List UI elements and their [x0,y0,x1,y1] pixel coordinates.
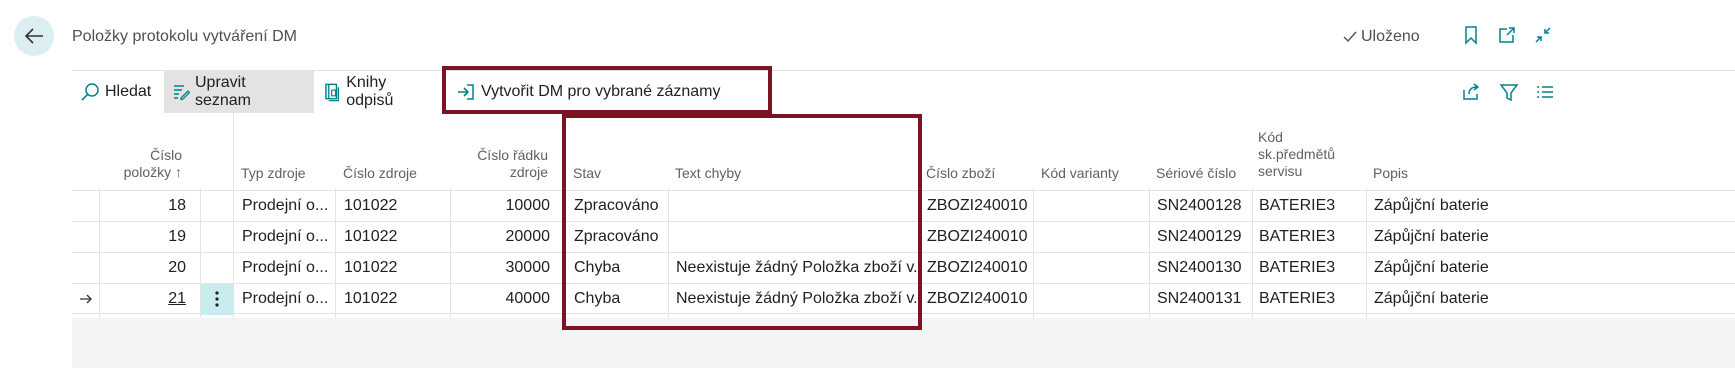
share-button[interactable] [1460,81,1482,103]
header-source-type[interactable]: Typ zdroje [241,165,331,182]
back-arrow-icon [24,28,43,44]
header-entry-no[interactable]: Číslo položky ↑ [102,147,182,181]
header-serial-no[interactable]: Sériové číslo [1156,165,1251,182]
highlight-box-action [442,66,772,114]
collapse-icon [1535,27,1551,43]
cell-source-no[interactable]: 101022 [344,253,444,284]
checkmark-icon [1343,31,1357,43]
cell-source-type[interactable]: Prodejní o... [242,253,330,284]
cell-variant-code[interactable] [1041,191,1145,222]
cell-item-no[interactable]: ZBOZI240010 [927,191,1031,222]
cell-description[interactable]: Zápůjční baterie [1374,222,1534,253]
saved-status: Uloženo [1342,28,1420,46]
depreciation-books-button[interactable]: Knihy odpisů [316,71,442,113]
saved-label: Uloženo [1361,28,1420,45]
cell-service-group-code[interactable]: BATERIE3 [1259,253,1363,284]
cell-description[interactable]: Zápůjční baterie [1374,191,1534,222]
cell-source-type[interactable]: Prodejní o... [242,191,330,222]
cell-source-line-no[interactable]: 20000 [462,222,551,253]
list-view-button[interactable] [1534,81,1556,103]
cell-source-no[interactable]: 101022 [344,191,444,222]
cell-entry-no[interactable]: 19 [102,222,186,253]
header-item-no[interactable]: Číslo zboží [926,165,1026,182]
bookmark-icon [1465,26,1477,45]
action-bar: Hledat Upravit seznam Knihy odpisů Vytvo… [72,71,1735,113]
cell-service-group-code[interactable]: BATERIE3 [1259,284,1363,315]
cell-service-group-code[interactable]: BATERIE3 [1259,222,1363,253]
header-service-group-code[interactable]: Kód sk.předmětů servisu [1258,129,1358,180]
search-button[interactable]: Hledat [72,71,162,113]
cell-source-line-no[interactable]: 30000 [462,253,551,284]
ellipsis-vertical-icon [215,291,219,307]
header-variant-code[interactable]: Kód varianty [1041,165,1146,182]
header-source-line-no[interactable]: Číslo řádku zdroje [472,147,548,181]
filter-button[interactable] [1498,81,1520,103]
cell-description[interactable]: Zápůjční baterie [1374,284,1534,315]
bookmark-button[interactable] [1460,24,1482,46]
cell-service-group-code[interactable]: BATERIE3 [1259,191,1363,222]
row-actions-button[interactable] [201,284,233,315]
cell-serial-no[interactable]: SN2400131 [1157,284,1249,315]
cell-variant-code[interactable] [1041,222,1145,253]
open-new-window-button[interactable] [1496,24,1518,46]
cell-source-no[interactable]: 101022 [344,284,444,315]
edit-list-label: Upravit seznam [194,74,252,109]
depreciation-books-label: Knihy odpisů [346,74,394,109]
search-label: Hledat [105,83,152,100]
edit-list-button[interactable]: Upravit seznam [164,71,314,113]
edit-list-icon [173,85,190,101]
cell-source-line-no[interactable]: 40000 [462,284,551,315]
page-title: Položky protokolu vytváření DM [72,28,297,45]
share-icon [1463,83,1480,100]
cell-source-line-no[interactable]: 10000 [462,191,551,222]
cell-item-no[interactable]: ZBOZI240010 [927,284,1031,315]
cell-entry-no[interactable]: 18 [102,191,186,222]
cell-entry-no[interactable]: 21 [102,284,186,315]
book-icon [325,83,340,102]
filter-icon [1499,84,1519,102]
header-source-no[interactable]: Číslo zdroje [343,165,443,182]
highlight-box-columns [562,114,922,330]
cell-variant-code[interactable] [1041,253,1145,284]
cell-entry-no[interactable]: 20 [102,253,186,284]
list-view-icon [1537,86,1553,98]
cell-item-no[interactable]: ZBOZI240010 [927,253,1031,284]
cell-serial-no[interactable]: SN2400129 [1157,222,1249,253]
cell-source-type[interactable]: Prodejní o... [242,222,330,253]
cell-serial-no[interactable]: SN2400130 [1157,253,1249,284]
collapse-button[interactable] [1532,24,1554,46]
cell-variant-code[interactable] [1041,284,1145,315]
cell-serial-no[interactable]: SN2400128 [1157,191,1249,222]
cell-description[interactable]: Zápůjční baterie [1374,253,1534,284]
header-description[interactable]: Popis [1373,165,1473,182]
cell-source-no[interactable]: 101022 [344,222,444,253]
back-button[interactable] [14,16,54,56]
search-icon [81,83,99,101]
row-pointer-icon [78,284,98,315]
cell-source-type[interactable]: Prodejní o... [242,284,330,315]
cell-item-no[interactable]: ZBOZI240010 [927,222,1031,253]
open-new-window-icon [1499,27,1515,43]
